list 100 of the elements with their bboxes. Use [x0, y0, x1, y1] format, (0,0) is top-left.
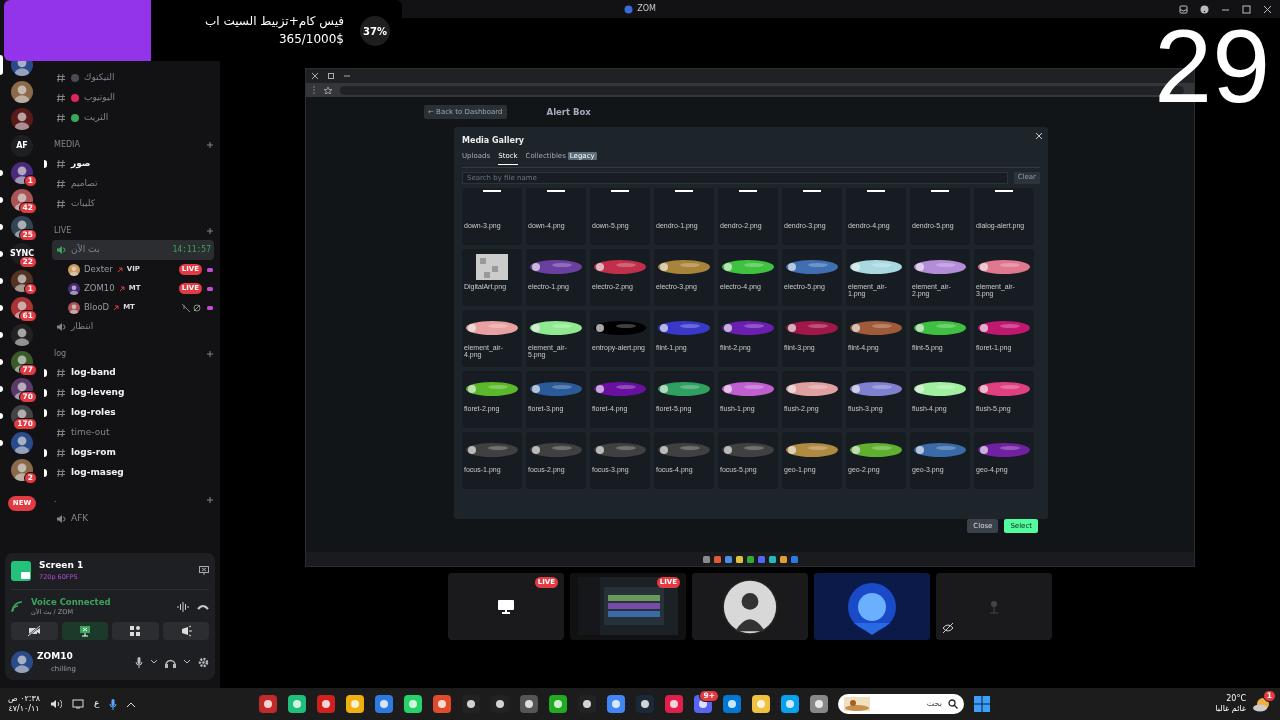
display-icon[interactable]: [72, 699, 85, 709]
microphone-icon[interactable]: [109, 698, 118, 710]
channel-name[interactable]: time-out: [71, 426, 110, 440]
server-icon[interactable]: [11, 216, 33, 238]
app-icon[interactable]: [722, 694, 742, 714]
stream-tile[interactable]: [692, 573, 808, 640]
soundboard-icon: [179, 625, 192, 637]
app-icon[interactable]: [403, 694, 423, 714]
soundboard-button[interactable]: [162, 622, 209, 640]
server-icon[interactable]: [11, 297, 33, 319]
stop-sharing-icon[interactable]: [199, 566, 209, 576]
voice-status[interactable]: Voice Connected: [31, 595, 111, 609]
search-field[interactable]: بحث: [838, 694, 964, 714]
category-label[interactable]: .: [54, 494, 57, 506]
server-icon[interactable]: [11, 378, 33, 400]
channel-name[interactable]: صور: [71, 157, 91, 171]
app-icon[interactable]: [809, 694, 829, 714]
app-icon[interactable]: [606, 694, 626, 714]
help-icon[interactable]: [1200, 4, 1209, 14]
voice-channel[interactable]: AFK: [52, 509, 214, 529]
app-icon[interactable]: [374, 694, 394, 714]
start-icon[interactable]: [973, 695, 991, 713]
app-icon[interactable]: [751, 694, 771, 714]
app-icon[interactable]: [461, 694, 481, 714]
channel-name[interactable]: التيكتوك: [84, 71, 115, 85]
channel-name[interactable]: log-roles: [71, 406, 116, 420]
channel-name[interactable]: log-maseg: [71, 466, 124, 480]
channel-name[interactable]: log-band: [71, 366, 116, 380]
activities-button[interactable]: [112, 622, 159, 640]
chevron-icon[interactable]: [127, 701, 136, 707]
inbox-icon[interactable]: [1179, 4, 1188, 14]
channel-name[interactable]: اليوتيوب: [84, 91, 115, 105]
add-icon[interactable]: [206, 350, 214, 358]
app-icon[interactable]: [548, 694, 568, 714]
app-icon[interactable]: [287, 694, 307, 714]
caret-icon[interactable]: [184, 660, 190, 664]
app-icon[interactable]: [780, 694, 800, 714]
language-indicator[interactable]: ع: [94, 697, 100, 711]
server-icon[interactable]: [11, 270, 33, 292]
waveform-icon[interactable]: [177, 601, 189, 612]
app-icon[interactable]: [635, 694, 655, 714]
app-icon[interactable]: [664, 694, 684, 714]
category-label[interactable]: LIVE: [54, 225, 72, 237]
hash-icon: [56, 179, 66, 189]
app-icon[interactable]: [577, 694, 597, 714]
channel-name[interactable]: logs-rom: [71, 446, 116, 460]
server-icon[interactable]: [11, 432, 33, 454]
screen-share-icon: [78, 625, 91, 637]
app-icon[interactable]: [258, 694, 278, 714]
stream-tile[interactable]: [936, 573, 1052, 640]
app-icon[interactable]: [345, 694, 365, 714]
taskbar-clock[interactable]: ٠٢:٣٨ ص ٤٧/١٠/١١: [8, 694, 41, 714]
disconnect-icon[interactable]: [197, 602, 209, 611]
maximize-icon[interactable]: [328, 73, 334, 79]
app-icon[interactable]: [519, 694, 539, 714]
maximize-icon[interactable]: [1242, 4, 1251, 14]
screen-share-button[interactable]: [61, 622, 108, 640]
speaker-icon: [56, 245, 66, 255]
app-icon[interactable]: [490, 694, 510, 714]
activities-icon: [129, 625, 142, 637]
caret-icon[interactable]: [151, 660, 157, 664]
category-label[interactable]: MEDIA: [54, 139, 80, 151]
add-icon[interactable]: [206, 496, 214, 504]
category-label[interactable]: log: [54, 348, 67, 360]
close-icon[interactable]: [1036, 133, 1042, 139]
search-input[interactable]: بحث: [874, 697, 944, 711]
search-icon: [948, 699, 958, 709]
speaker-icon: [56, 322, 66, 332]
server-icon[interactable]: [11, 324, 33, 346]
server-icon[interactable]: [11, 459, 33, 481]
star-icon[interactable]: [324, 86, 332, 94]
hash-icon: [56, 159, 66, 169]
minimize-icon[interactable]: [344, 73, 350, 79]
server-icon[interactable]: AF: [11, 135, 33, 157]
server-icon[interactable]: [11, 108, 33, 130]
app-icon[interactable]: [316, 694, 336, 714]
weather-text: غائم غالبا: [1215, 704, 1246, 714]
channel-name[interactable]: كليبات: [71, 197, 95, 211]
add-icon[interactable]: [206, 227, 214, 235]
microphone-icon[interactable]: [135, 656, 143, 668]
channel-name[interactable]: الثريت: [84, 111, 109, 125]
settings-icon[interactable]: [198, 656, 209, 668]
voice-channel[interactable]: انتظار: [52, 317, 214, 337]
channel-name[interactable]: log-leveng: [71, 386, 125, 400]
close-icon[interactable]: [1263, 4, 1272, 14]
goal-amount: 365/1000$: [277, 31, 344, 48]
member-name[interactable]: BlooD: [84, 301, 110, 314]
member-name[interactable]: Dexter: [84, 263, 113, 276]
user-name: ZOM10: [37, 650, 74, 663]
server-icon[interactable]: [11, 351, 33, 373]
add-icon[interactable]: [206, 141, 214, 149]
close-icon[interactable]: [312, 73, 318, 79]
camera-off-button[interactable]: [11, 622, 58, 640]
hash-icon: [56, 468, 66, 478]
app-icon[interactable]: [432, 694, 452, 714]
channel-name[interactable]: تصاميم: [71, 177, 98, 191]
server-icon[interactable]: [11, 81, 33, 103]
server-icon[interactable]: [11, 162, 33, 184]
member-name[interactable]: ZOM10: [84, 282, 115, 295]
speaker-icon[interactable]: [50, 699, 63, 709]
